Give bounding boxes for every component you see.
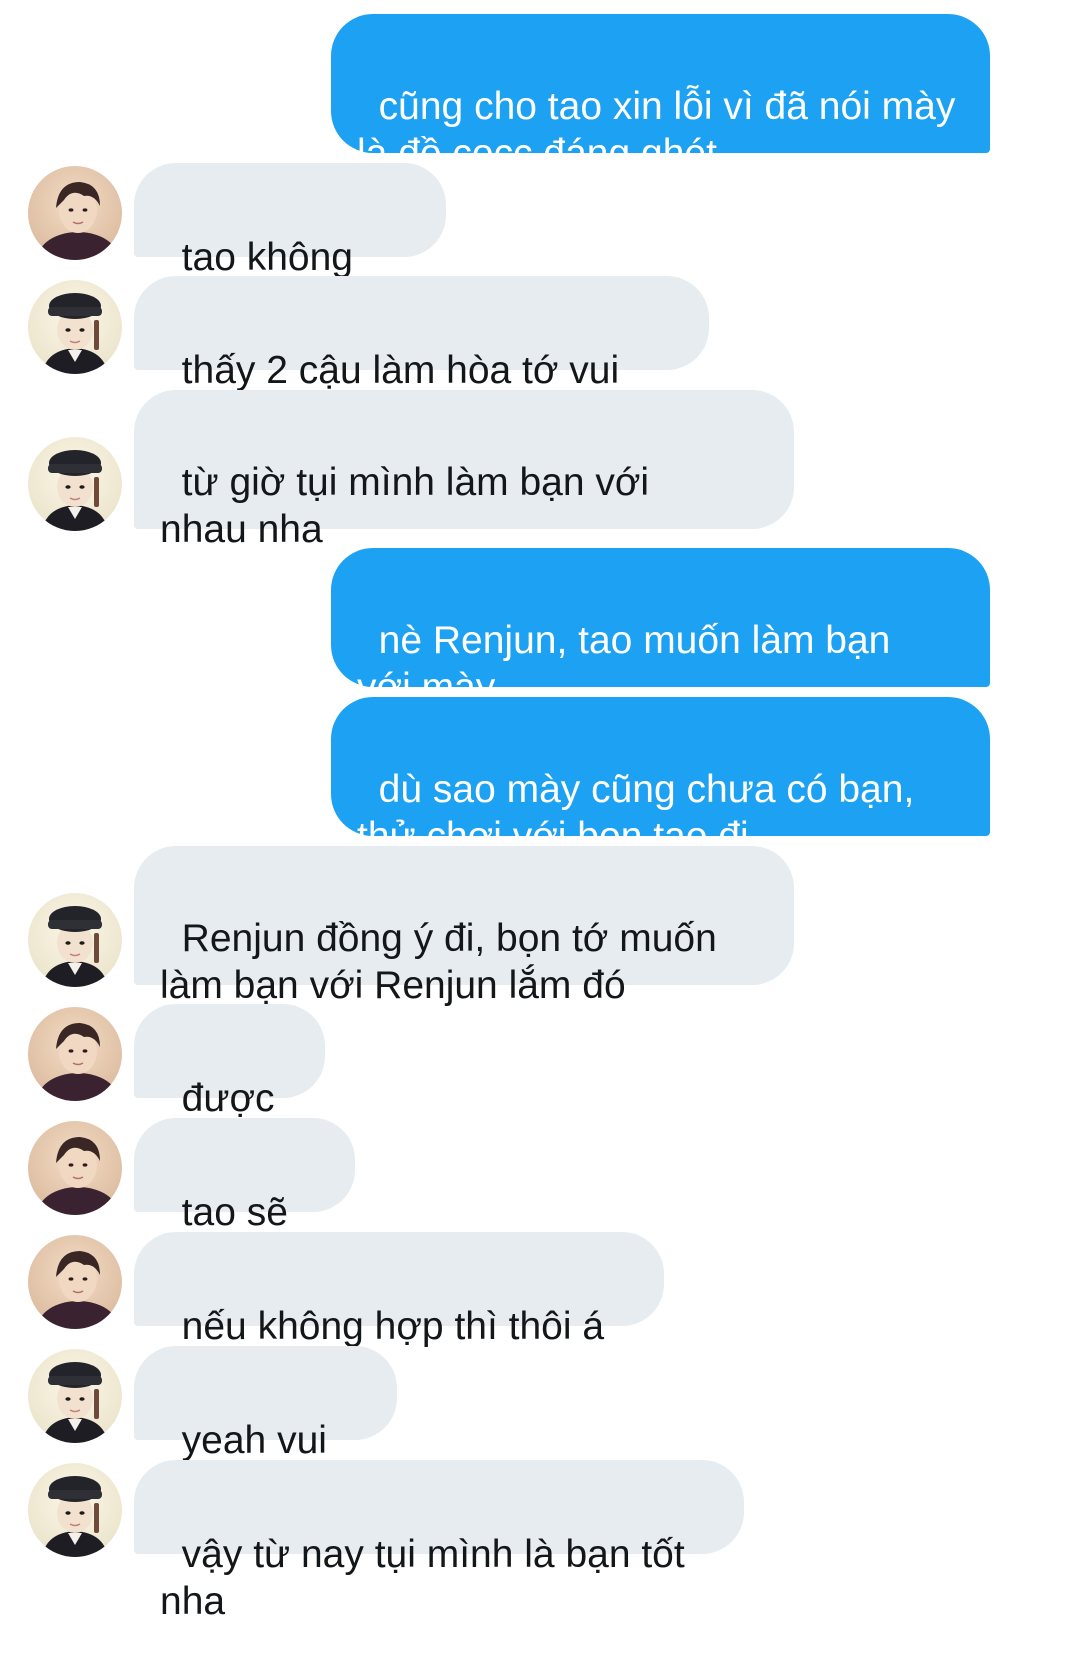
incoming-message-bubble[interactable]: từ giờ tụi mình làm bạn với nhau nha [134, 390, 794, 551]
message-text: từ giờ tụi mình làm bạn với nhau nha [160, 461, 660, 551]
incoming-message-bubble[interactable]: tao sẽ thử [134, 1118, 355, 1281]
renjun-avatar-icon[interactable] [28, 166, 122, 260]
incoming-message-bubble[interactable]: vậy từ nay tụi mình là bạn tốt nha [134, 1460, 744, 1623]
incoming-message-bubble[interactable]: được rồi [134, 1004, 325, 1167]
incoming-message-bubble[interactable]: nếu không hợp thì thôi á nha [134, 1232, 664, 1395]
renjun-avatar-icon[interactable] [28, 1121, 122, 1215]
outgoing-message-bubble[interactable]: nè Renjun, tao muốn làm bạn với mày [331, 548, 990, 709]
hat-boy-avatar-icon[interactable] [28, 280, 122, 374]
hat-boy-avatar-icon[interactable] [28, 437, 122, 531]
incoming-message-bubble[interactable]: yeah vui quá [134, 1346, 397, 1509]
message-text: dù sao mày cũng chưa có bạn, thử chơi vớ… [357, 768, 926, 858]
renjun-avatar-icon[interactable] [28, 1235, 122, 1329]
incoming-message-bubble[interactable]: tao không chấp [134, 163, 446, 326]
message-text: cũng cho tao xin lỗi vì đã nói mày là đồ… [357, 85, 967, 175]
outgoing-message-bubble[interactable]: cũng cho tao xin lỗi vì đã nói mày là đồ… [331, 14, 990, 175]
outgoing-message-bubble[interactable]: dù sao mày cũng chưa có bạn, thử chơi vớ… [331, 697, 990, 858]
hat-boy-avatar-icon[interactable] [28, 893, 122, 987]
message-text: Renjun đồng ý đi, bọn tớ muốn làm bạn vớ… [160, 917, 728, 1007]
hat-boy-avatar-icon[interactable] [28, 1349, 122, 1443]
renjun-avatar-icon[interactable] [28, 1007, 122, 1101]
message-text: nè Renjun, tao muốn làm bạn với mày [357, 619, 902, 709]
incoming-message-bubble[interactable]: thấy 2 cậu làm hòa tớ vui lắm á [134, 276, 709, 439]
message-text: vậy từ nay tụi mình là bạn tốt nha [160, 1533, 696, 1623]
incoming-message-bubble[interactable]: Renjun đồng ý đi, bọn tớ muốn làm bạn vớ… [134, 846, 794, 1007]
hat-boy-avatar-icon[interactable] [28, 1463, 122, 1557]
